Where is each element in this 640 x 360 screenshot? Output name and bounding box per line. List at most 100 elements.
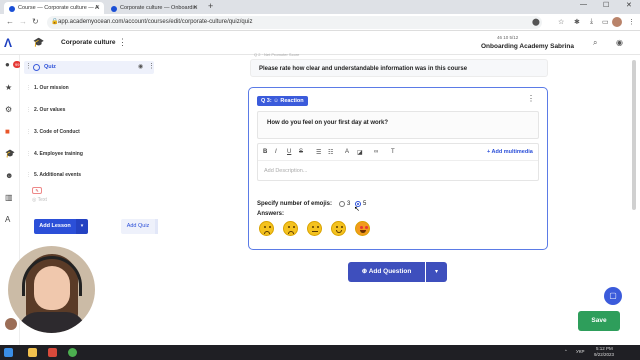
url-field[interactable]: 🔒 app.academyocean.com/account/courses/e…: [47, 16, 542, 29]
sidebar-item-quiz[interactable]: ⋮ Quiz ◉ ⋮: [24, 61, 155, 74]
add-question-dropdown-icon[interactable]: ▾: [426, 262, 447, 282]
add-quiz-button[interactable]: Add Quiz: [121, 219, 155, 234]
browser-tab-course[interactable]: Course — Corporate culture — A ✕: [4, 2, 104, 14]
user-avatar[interactable]: [5, 318, 17, 330]
notifications-icon[interactable]: ● 99: [5, 60, 22, 69]
close-tab-icon[interactable]: ✕: [193, 2, 198, 14]
extension-icon[interactable]: ⬤: [532, 18, 540, 26]
add-lesson-dropdown-icon[interactable]: ▾: [76, 219, 88, 234]
text-format-icon[interactable]: A: [5, 215, 10, 224]
question-card-q2[interactable]: Please rate how clear and understandable…: [250, 59, 548, 77]
very-sad-emoji-icon: [259, 221, 274, 236]
q2-question-text: Please rate how clear and understandable…: [259, 66, 468, 72]
chat-support-icon[interactable]: ▢: [604, 287, 622, 305]
add-lesson-button[interactable]: Add Lesson: [34, 219, 76, 234]
text-color-icon[interactable]: A: [345, 149, 349, 155]
radio-label-5: 5: [363, 201, 367, 207]
link-icon[interactable]: ∞: [374, 149, 378, 155]
app-taskbar-icon[interactable]: [48, 348, 57, 357]
sidebar-chapter[interactable]: ⋮ 1. Our mission: [26, 85, 69, 91]
add-multimedia-link[interactable]: + Add multimedia: [487, 149, 533, 155]
settings-gear-icon[interactable]: ⚙: [5, 105, 12, 114]
tab-title: Corporate culture — Onboardin: [120, 5, 197, 11]
drag-handle-icon[interactable]: ⋮: [26, 107, 31, 113]
browser-menu-icon[interactable]: ⋮: [628, 18, 635, 26]
highlight-icon[interactable]: ◪: [357, 149, 363, 156]
input-language[interactable]: УКР: [576, 349, 584, 354]
q2-type-label: Q 2 · Net Promoter Score: [254, 52, 300, 57]
bookmark-star-icon[interactable]: ☆: [558, 18, 564, 26]
extensions-puzzle-icon[interactable]: ✱: [574, 18, 580, 26]
sidebar-chapter[interactable]: ⋮ 5. Additional events: [26, 172, 81, 178]
question-text-field[interactable]: How do you feel on your first day at wor…: [257, 111, 539, 139]
save-button[interactable]: Save: [578, 311, 620, 331]
star-icon[interactable]: ★: [5, 83, 12, 92]
academyocean-logo-icon[interactable]: Λ: [4, 36, 18, 50]
item-menu-icon[interactable]: ⋮: [148, 62, 155, 70]
emoji-count-radio-3[interactable]: [339, 201, 345, 207]
courses-cap-icon[interactable]: 🎓: [5, 149, 15, 158]
add-question-button[interactable]: ⊕ Add Question: [348, 262, 425, 282]
download-icon[interactable]: ⤓: [590, 18, 593, 26]
tray-icons[interactable]: ⌃: [564, 349, 568, 355]
drag-handle-icon[interactable]: ⋮: [26, 151, 31, 157]
clear-format-icon[interactable]: T: [391, 149, 395, 155]
file-explorer-icon[interactable]: [28, 348, 37, 357]
new-tab-icon[interactable]: +: [208, 1, 213, 11]
drag-handle-icon[interactable]: ⋮: [26, 172, 31, 178]
emoji-count-label: Specify number of emojis:: [257, 201, 333, 207]
back-icon[interactable]: ←: [6, 17, 14, 26]
chapter-label: 5. Additional events: [34, 172, 82, 178]
sidepanel-icon[interactable]: ▭: [602, 18, 609, 26]
orange-app-icon[interactable]: ■: [5, 127, 10, 136]
drag-handle-icon[interactable]: ⋮: [25, 62, 32, 70]
question-menu-icon[interactable]: ⋮: [527, 94, 535, 103]
windows-start-icon[interactable]: [4, 348, 13, 357]
close-tab-icon[interactable]: ✕: [95, 2, 100, 14]
bullet-list-icon[interactable]: ☷: [328, 149, 333, 156]
visibility-eye-icon[interactable]: ◉: [138, 63, 143, 70]
forward-icon[interactable]: →: [19, 17, 27, 26]
os-taskbar: ⌃ УКР 5:12 PM 9/22/2023: [0, 345, 640, 360]
description-editor[interactable]: B I U S ☰ ☷ A ◪ ∞ T + Add multimedia Add…: [257, 143, 539, 181]
strikethrough-icon[interactable]: S: [299, 149, 303, 155]
close-window-icon[interactable]: ✕: [626, 1, 632, 9]
browser-tab-onboarding[interactable]: Corporate culture — Onboardin ✕: [106, 2, 202, 14]
course-menu-icon[interactable]: ⋮: [118, 37, 127, 48]
breadcrumb-course[interactable]: Corporate culture: [61, 39, 116, 46]
chrome-taskbar-icon[interactable]: [68, 348, 77, 357]
question-card-q3[interactable]: Q 3: ☺ Reaction ⋮ How do you feel on you…: [248, 87, 548, 250]
minimize-icon[interactable]: —: [580, 1, 587, 8]
bold-icon[interactable]: B: [263, 149, 267, 155]
search-icon[interactable]: ⌕: [593, 38, 597, 48]
webcam-presenter-video: [8, 246, 95, 333]
lock-icon: 🔒: [51, 19, 59, 25]
preview-eye-icon[interactable]: ◉: [616, 38, 623, 47]
ordered-list-icon[interactable]: ☰: [316, 149, 321, 156]
users-icon[interactable]: ☻: [5, 171, 13, 180]
reload-icon[interactable]: ↻: [32, 17, 39, 26]
academy-switcher[interactable]: Onboarding Academy Sabrina: [481, 43, 574, 50]
clock-time[interactable]: 5:12 PM: [596, 346, 613, 351]
italic-icon[interactable]: I: [275, 149, 277, 155]
course-stats: 46 10 5/12: [497, 35, 519, 40]
page-scrollbar[interactable]: [632, 60, 636, 210]
happy-emoji-icon: [331, 221, 346, 236]
quiz-icon: [33, 64, 40, 71]
underline-icon[interactable]: U: [287, 149, 291, 155]
q3-type-badge: Q 3: ☺ Reaction: [257, 96, 308, 106]
sidebar-chapter[interactable]: ⋮ 2. Our values: [26, 107, 65, 113]
address-toolbar: ← → ↻ 🔒 app.academyocean.com/account/cou…: [0, 14, 640, 31]
clock-date[interactable]: 9/22/2023: [594, 352, 614, 357]
maximize-icon[interactable]: ☐: [603, 1, 609, 9]
sidebar-text-item[interactable]: ◎ Text: [32, 197, 47, 203]
profile-avatar[interactable]: [612, 17, 622, 27]
drag-handle-icon[interactable]: ⋮: [26, 85, 31, 91]
sidebar-chapter[interactable]: ⋮ 4. Employee training: [26, 151, 83, 157]
reports-chart-icon[interactable]: ▥: [5, 193, 13, 202]
drag-handle-icon[interactable]: ⋮: [26, 129, 31, 135]
tab-title: Course — Corporate culture — A: [18, 5, 99, 11]
sidebar-chapter[interactable]: ⋮ 3. Code of Conduct: [26, 129, 80, 135]
sidebar-item-label: Quiz: [44, 64, 56, 70]
url-text: app.academyocean.com/account/courses/edi…: [58, 19, 253, 25]
